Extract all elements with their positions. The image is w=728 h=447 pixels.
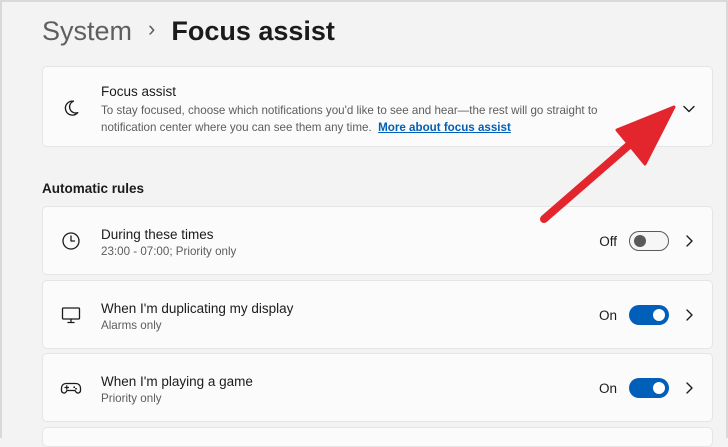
during-these-times-toggle[interactable] [629, 231, 669, 251]
rule-subtitle: 23:00 - 07:00; Priority only [101, 245, 237, 258]
more-about-focus-assist-link[interactable]: More about focus assist [378, 121, 511, 134]
focus-assist-card[interactable]: Focus assist To stay focused, choose whi… [42, 66, 713, 147]
toggle-knob [634, 235, 646, 247]
rule-title: When I'm playing a game [101, 374, 253, 389]
focus-assist-description: To stay focused, choose which notificati… [101, 102, 641, 136]
clock-icon [60, 230, 82, 252]
rule-during-these-times[interactable]: During these times 23:00 - 07:00; Priori… [42, 206, 713, 275]
toggle-state-label: Off [599, 234, 617, 249]
rule-duplicating-display[interactable]: When I'm duplicating my display Alarms o… [42, 280, 713, 349]
toggle-knob [653, 309, 665, 321]
rule-title: During these times [101, 227, 214, 242]
chevron-down-icon[interactable] [679, 99, 699, 119]
rule-title: When I'm duplicating my display [101, 301, 294, 316]
window-left-border [0, 0, 2, 438]
toggle-state-label: On [598, 381, 617, 396]
moon-icon [60, 97, 82, 119]
breadcrumb-chevron-icon: › [148, 16, 156, 41]
playing-game-toggle[interactable] [629, 378, 669, 398]
monitor-icon [60, 304, 82, 326]
rule-playing-game[interactable]: When I'm playing a game Priority only On [42, 353, 713, 422]
focus-assist-title: Focus assist [101, 84, 177, 99]
chevron-right-icon[interactable] [681, 232, 697, 250]
focus-assist-description-text: To stay focused, choose which notificati… [101, 104, 598, 134]
page-title: Focus assist [171, 15, 335, 46]
automatic-rules-heading: Automatic rules [42, 181, 145, 196]
rule-subtitle: Alarms only [101, 319, 162, 332]
gamepad-icon [60, 377, 82, 399]
rule-subtitle: Priority only [101, 392, 162, 405]
rule-card-partial[interactable] [42, 427, 713, 447]
breadcrumb-system-link[interactable]: System [42, 16, 132, 47]
toggle-knob [653, 382, 665, 394]
window-top-border [0, 0, 728, 2]
chevron-right-icon[interactable] [681, 379, 697, 397]
breadcrumb: System › Focus assist [42, 14, 335, 48]
duplicating-display-toggle[interactable] [629, 305, 669, 325]
toggle-state-label: On [598, 308, 617, 323]
chevron-right-icon[interactable] [681, 306, 697, 324]
